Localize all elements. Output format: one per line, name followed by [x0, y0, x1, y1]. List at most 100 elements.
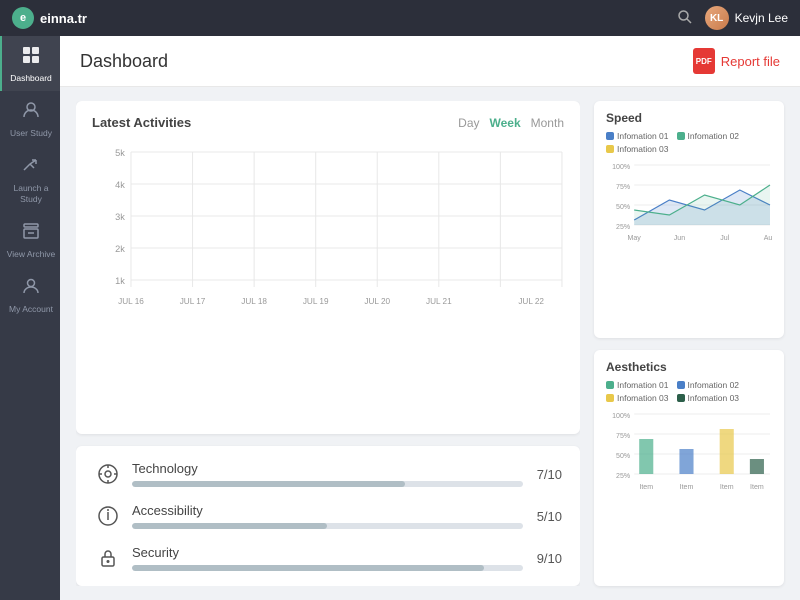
main-layout: Dashboard User Study Launch a Study [0, 36, 800, 600]
accessibility-icon [94, 502, 122, 530]
aest-legend-label-4: Infomation 03 [688, 393, 740, 403]
technology-bar-fill [132, 481, 405, 487]
aesthetics-chart-area: 100% 75% 50% 25% Item Item [606, 409, 772, 499]
logo-text: einna.tr [40, 11, 87, 26]
legend-label-2: Infomation 02 [688, 131, 740, 141]
legend-dot-1 [606, 132, 614, 140]
svg-text:JUL 20: JUL 20 [364, 297, 390, 306]
sidebar-item-label: View Archive [7, 249, 56, 259]
aest-legend-dot-3 [606, 394, 614, 402]
svg-text:25%: 25% [616, 473, 630, 480]
speed-chart-title: Speed [606, 111, 772, 125]
svg-text:May: May [628, 235, 642, 242]
svg-text:3k: 3k [115, 212, 125, 222]
view-archive-icon [22, 222, 40, 245]
legend-label-1: Infomation 01 [617, 131, 669, 141]
legend-dot-3 [606, 145, 614, 153]
security-score: 9/10 [537, 551, 562, 566]
sidebar-item-label: Launch a Study [2, 183, 60, 203]
sidebar-item-my-account[interactable]: My Account [0, 267, 60, 322]
svg-text:Item: Item [680, 484, 694, 491]
page-header: Dashboard PDF Report file [60, 36, 800, 87]
technology-label: Technology [132, 461, 523, 476]
logo-icon: e [12, 7, 34, 29]
svg-text:Jul: Jul [720, 235, 729, 242]
search-button[interactable] [677, 9, 693, 28]
sidebar-item-launch-study[interactable]: Launch a Study [0, 146, 60, 211]
tab-month[interactable]: Month [531, 116, 564, 130]
accessibility-label: Accessibility [132, 503, 523, 518]
sidebar-item-dashboard[interactable]: Dashboard [0, 36, 60, 91]
aest-legend-dot-4 [677, 394, 685, 402]
aesthetics-svg: 100% 75% 50% 25% Item Item [606, 409, 772, 499]
aest-legend-dot-1 [606, 381, 614, 389]
svg-text:Jun: Jun [674, 235, 685, 242]
sidebar-item-label: Dashboard [10, 73, 52, 83]
svg-text:75%: 75% [616, 433, 630, 440]
speed-legend-item-1: Infomation 01 [606, 131, 669, 141]
content-area: Dashboard PDF Report file Latest Activit… [60, 36, 800, 600]
aesthetics-chart-card: Aesthetics Infomation 01 Infomation 02 [594, 350, 784, 587]
speed-legend: Infomation 01 Infomation 02 Infomation 0… [606, 131, 772, 154]
avatar: KL [705, 6, 729, 30]
dashboard-icon [22, 46, 40, 69]
accessibility-bar [132, 523, 523, 529]
technology-bar [132, 481, 523, 487]
pdf-icon: PDF [693, 48, 715, 74]
security-info: Security [132, 545, 523, 571]
metrics-card: Technology 7/10 [76, 446, 580, 586]
report-btn-label: Report file [721, 54, 780, 69]
chart-title: Latest Activities [92, 115, 191, 130]
accessibility-score: 5/10 [537, 509, 562, 524]
line-chart-svg: 5k 4k 3k 2k 1k JUL 16 JUL 17 JUL 18 JUL … [92, 142, 564, 327]
sidebar-item-user-study[interactable]: User Study [0, 91, 60, 146]
tab-week[interactable]: Week [490, 116, 521, 130]
chart-tabs: Day Week Month [458, 116, 564, 130]
user-area[interactable]: KL Kevjn Lee [705, 6, 788, 30]
right-panel: Speed Infomation 01 Infomation 02 Inf [594, 101, 784, 586]
line-chart: 5k 4k 3k 2k 1k JUL 16 JUL 17 JUL 18 JUL … [92, 142, 564, 327]
chart-header: Latest Activities Day Week Month [92, 115, 564, 130]
sidebar: Dashboard User Study Launch a Study [0, 36, 60, 600]
legend-dot-2 [677, 132, 685, 140]
svg-text:50%: 50% [616, 453, 630, 460]
svg-text:JUL 17: JUL 17 [180, 297, 206, 306]
svg-text:JUL 16: JUL 16 [118, 297, 144, 306]
security-icon [94, 544, 122, 572]
metric-row-security: Security 9/10 [94, 544, 562, 572]
svg-text:Aug: Aug [764, 235, 772, 242]
left-panel: Latest Activities Day Week Month [76, 101, 580, 586]
report-file-button[interactable]: PDF Report file [693, 48, 780, 74]
svg-text:25%: 25% [616, 224, 630, 231]
aesthetics-legend: Infomation 01 Infomation 02 Infomation 0… [606, 380, 772, 403]
aesthetics-legend-item-1: Infomation 01 [606, 380, 669, 390]
page-title: Dashboard [80, 51, 168, 72]
svg-text:75%: 75% [616, 184, 630, 191]
aesthetics-legend-item-3: Infomation 03 [606, 393, 669, 403]
speed-legend-item-2: Infomation 02 [677, 131, 740, 141]
aest-legend-label-2: Infomation 02 [688, 380, 740, 390]
speed-svg: 100% 75% 50% 25% May Jun [606, 160, 772, 250]
svg-text:Item: Item [750, 484, 764, 491]
svg-text:5k: 5k [115, 148, 125, 158]
speed-chart-card: Speed Infomation 01 Infomation 02 Inf [594, 101, 784, 338]
svg-text:Item: Item [639, 484, 653, 491]
sidebar-item-view-archive[interactable]: View Archive [0, 212, 60, 267]
security-label: Security [132, 545, 523, 560]
svg-text:JUL 21: JUL 21 [426, 297, 452, 306]
svg-text:4k: 4k [115, 180, 125, 190]
svg-text:1k: 1k [115, 276, 125, 286]
aest-legend-label-3: Infomation 03 [617, 393, 669, 403]
svg-text:100%: 100% [612, 413, 630, 420]
logo-area: e einna.tr [12, 7, 87, 29]
user-name: Kevjn Lee [735, 11, 788, 25]
tab-day[interactable]: Day [458, 116, 479, 130]
technology-icon [94, 460, 122, 488]
metric-row-accessibility: Accessibility 5/10 [94, 502, 562, 530]
my-account-icon [22, 277, 40, 300]
sidebar-item-label: User Study [10, 128, 52, 138]
sidebar-item-label: My Account [9, 304, 53, 314]
security-bar [132, 565, 523, 571]
technology-score: 7/10 [537, 467, 562, 482]
svg-text:2k: 2k [115, 244, 125, 254]
